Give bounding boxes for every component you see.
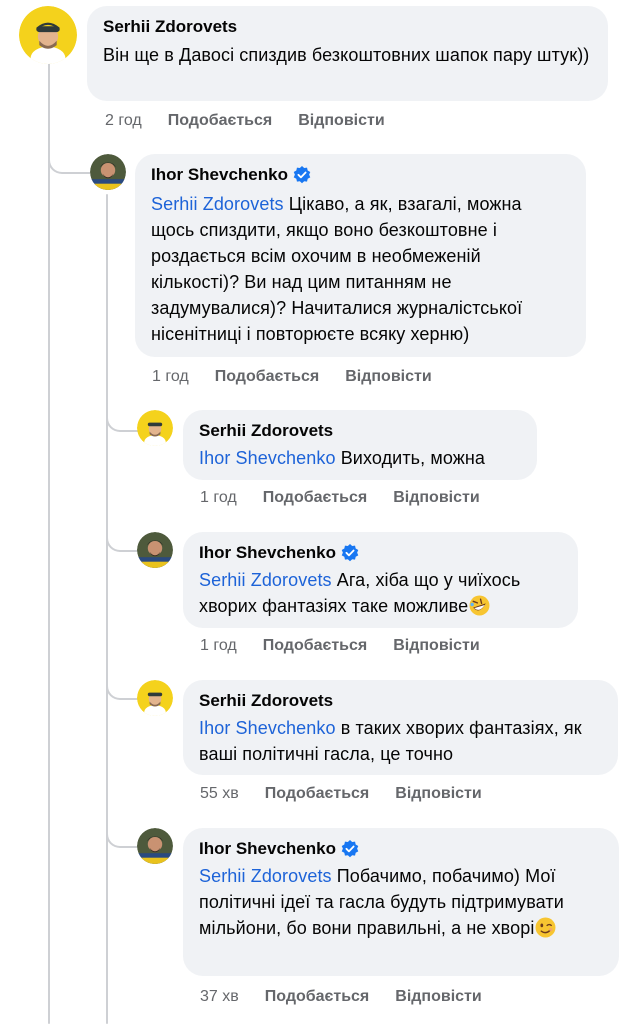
comment-time[interactable]: 55 хв <box>200 784 239 804</box>
comment-time[interactable]: 1 год <box>200 488 237 508</box>
thread-connector <box>106 518 138 552</box>
comment-bubble: Serhii Zdorovets Ihor Shevchenko в таких… <box>183 680 618 775</box>
avatar-serhii <box>19 6 77 64</box>
thread-line-main <box>48 62 50 1024</box>
like-button[interactable]: Подобається <box>215 367 320 387</box>
reply-button[interactable]: Відповісти <box>345 367 431 387</box>
mention-link[interactable]: Serhii Zdorovets <box>151 194 284 214</box>
comment-text: Serhii Zdorovets Ага, хіба що у чиїхось … <box>199 570 521 616</box>
avatar[interactable] <box>19 6 77 64</box>
thread-connector <box>106 396 138 432</box>
comment-bubble: Serhii Zdorovets Він ще в Давосі спиздив… <box>87 6 608 101</box>
comment-text: Serhii Zdorovets Цікаво, а як, взагалі, … <box>151 194 523 344</box>
comment-author[interactable]: Serhii Zdorovets <box>199 420 521 442</box>
comment-meta: 2 год Подобається Відповісти <box>105 111 411 131</box>
avatar[interactable] <box>137 828 173 864</box>
reply-button[interactable]: Відповісти <box>393 636 479 656</box>
comment-time[interactable]: 2 год <box>105 111 142 131</box>
comment-author[interactable]: Serhii Zdorovets <box>103 16 592 38</box>
comment-author[interactable]: Serhii Zdorovets <box>199 690 602 712</box>
like-button[interactable]: Подобається <box>265 784 370 804</box>
verified-badge-icon <box>293 166 311 184</box>
comment-meta: 1 год Подобається Відповісти <box>200 636 506 656</box>
mention-link[interactable]: Serhii Zdorovets <box>199 866 332 886</box>
comment-meta: 1 год Подобається Відповісти <box>152 367 458 387</box>
like-button[interactable]: Подобається <box>263 488 368 508</box>
wink-emoji <box>535 917 556 938</box>
mention-link[interactable]: Serhii Zdorovets <box>199 570 332 590</box>
avatar-serhii <box>137 410 173 446</box>
verified-badge-icon <box>341 544 359 562</box>
thread-line-replies <box>106 194 108 1024</box>
avatar[interactable] <box>137 410 173 446</box>
mention-link[interactable]: Ihor Shevchenko <box>199 448 336 468</box>
avatar-ihor <box>90 154 126 190</box>
comment-bubble: Ihor Shevchenko Serhii Zdorovets Ага, хі… <box>183 532 578 628</box>
comment-author[interactable]: Ihor Shevchenko <box>199 838 603 860</box>
thread-connector <box>106 816 138 848</box>
avatar[interactable] <box>137 532 173 568</box>
reply-button[interactable]: Відповісти <box>395 784 481 804</box>
thread-connector <box>48 130 90 174</box>
comment-text: Ihor Shevchenko Виходить, можна <box>199 448 486 468</box>
avatar-serhii <box>137 680 173 716</box>
comment-time[interactable]: 1 год <box>200 636 237 656</box>
like-button[interactable]: Подобається <box>168 111 273 131</box>
rofl-emoji <box>469 595 490 616</box>
reply-button[interactable]: Відповісти <box>298 111 384 131</box>
avatar[interactable] <box>90 154 126 190</box>
comment-text: Ihor Shevchenko в таких хворих фантазіях… <box>199 718 582 764</box>
comment-bubble: Ihor Shevchenko Serhii Zdorovets Побачим… <box>183 828 619 976</box>
comment-author[interactable]: Ihor Shevchenko <box>151 164 570 186</box>
avatar-ihor <box>137 532 173 568</box>
comment-bubble: Ihor Shevchenko Serhii Zdorovets Цікаво,… <box>135 154 586 357</box>
like-button[interactable]: Подобається <box>263 636 368 656</box>
comment-meta: 1 год Подобається Відповісти <box>200 488 506 508</box>
like-button[interactable]: Подобається <box>265 987 370 1007</box>
verified-badge-icon <box>341 840 359 858</box>
comment-time[interactable]: 1 год <box>152 367 189 387</box>
comment-author[interactable]: Ihor Shevchenko <box>199 542 562 564</box>
reply-button[interactable]: Відповісти <box>395 987 481 1007</box>
reply-button[interactable]: Відповісти <box>393 488 479 508</box>
thread-connector <box>106 668 138 700</box>
comment-meta: 37 хв Подобається Відповісти <box>200 987 508 1007</box>
comment-time[interactable]: 37 хв <box>200 987 239 1007</box>
mention-link[interactable]: Ihor Shevchenko <box>199 718 336 738</box>
comment-bubble: Serhii Zdorovets Ihor Shevchenko Виходит… <box>183 410 537 480</box>
avatar-ihor <box>137 828 173 864</box>
comment-text: Serhii Zdorovets Побачимо, побачимо) Мої… <box>199 866 564 938</box>
comment-meta: 55 хв Подобається Відповісти <box>200 784 508 804</box>
avatar[interactable] <box>137 680 173 716</box>
comment-text: Він ще в Давосі спиздив безкоштовних шап… <box>103 45 590 65</box>
